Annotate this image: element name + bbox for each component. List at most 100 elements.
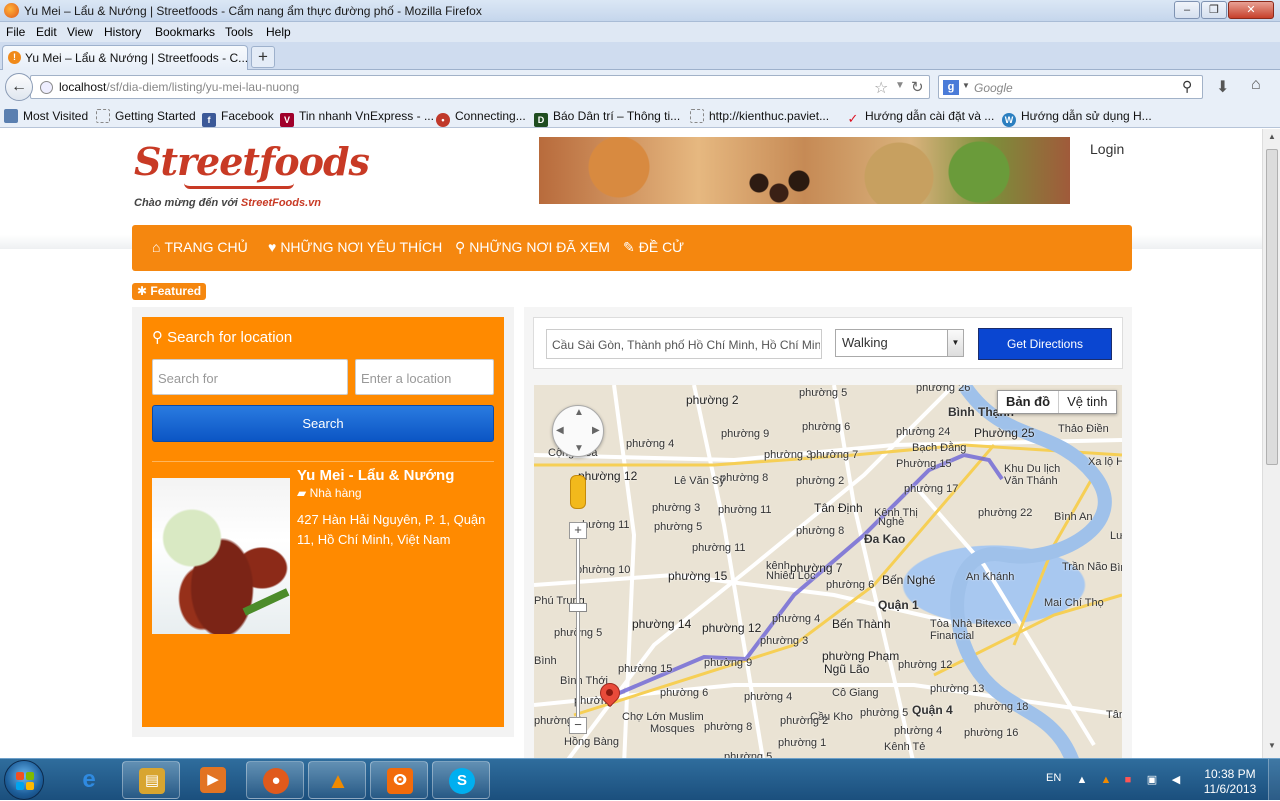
scrollbar-thumb[interactable] <box>1266 149 1278 465</box>
listing-category[interactable]: ▰ Nhà hàng <box>297 486 362 500</box>
pan-down-icon[interactable]: ▼ <box>574 443 584 454</box>
back-button[interactable]: ← <box>5 73 33 101</box>
start-button[interactable] <box>4 760 44 800</box>
bookmark-kienthuc[interactable]: http://kienthuc.paviet... <box>690 109 829 123</box>
xampp-icon: ⵙ <box>387 768 413 794</box>
bookmark-huong-dan-cai-dat[interactable]: ✓ Hướng dẫn cài đặt và ... <box>846 109 995 126</box>
maximize-button[interactable]: ❐ <box>1201 1 1227 19</box>
menu-bookmarks[interactable]: Bookmarks <box>155 25 215 39</box>
menu-edit[interactable]: Edit <box>36 25 57 39</box>
nav-home[interactable]: ⌂ TRANG CHỦ <box>152 239 248 255</box>
taskbar-vlc[interactable]: ▲ <box>308 761 366 799</box>
reload-icon[interactable]: ↻ <box>911 78 924 96</box>
pan-control[interactable]: ▲ ▼ ◀ ▶ <box>552 405 604 457</box>
map-view-button[interactable]: Bản đồ <box>998 391 1060 413</box>
pan-left-icon[interactable]: ◀ <box>556 425 564 436</box>
vlc-tray-icon[interactable]: ▲ <box>1100 774 1112 786</box>
listing-title[interactable]: Yu Mei - Lẩu & Nướng <box>297 467 454 484</box>
location-input[interactable]: Enter a location <box>355 359 494 395</box>
close-button[interactable]: ✕ <box>1228 1 1274 19</box>
listing-thumbnail[interactable] <box>152 478 290 634</box>
windows-logo-green <box>26 772 34 780</box>
pan-up-icon[interactable]: ▲ <box>574 407 584 418</box>
engine-dropdown-icon[interactable]: ▼ <box>962 81 970 90</box>
origin-input[interactable]: Cầu Sài Gòn, Thành phố Hồ Chí Minh, Hồ C… <box>546 329 822 359</box>
web-search-input[interactable]: g ▼ Google ⚲ <box>938 75 1203 99</box>
site-logo[interactable]: Streetfoods Chào mừng đến với StreetFood… <box>134 139 370 209</box>
taskbar-xampp[interactable]: ⵙ <box>370 761 428 799</box>
bookmark-getting-started[interactable]: Getting Started <box>96 109 196 123</box>
bookmark-dantri[interactable]: D Báo Dân trí – Thông ti... <box>534 109 680 127</box>
url-bar[interactable]: localhost/sf/dia-diem/listing/yu-mei-lau… <box>30 75 930 99</box>
bookmark-huong-dan-su-dung[interactable]: W Hướng dẫn sử dụng H... <box>1002 109 1152 127</box>
menu-file[interactable]: File <box>6 25 25 39</box>
listing-address: 427 Hàn Hải Nguyên, P. 1, Quận 11, Hồ Ch… <box>297 512 486 547</box>
bookmark-vnexpress[interactable]: V Tin nhanh VnExpress - ... <box>280 109 434 127</box>
menu-view[interactable]: View <box>67 25 93 39</box>
language-indicator[interactable]: EN <box>1046 772 1061 784</box>
menu-history[interactable]: History <box>104 25 141 39</box>
media-player-icon: ▶ <box>200 767 226 793</box>
scroll-up-icon[interactable]: ▲ <box>1265 132 1279 146</box>
zoom-in-button[interactable]: + <box>569 522 587 539</box>
download-icon[interactable]: ⬇ <box>1216 77 1229 97</box>
folder-icon: ▰ <box>297 486 310 500</box>
login-link[interactable]: Login <box>1090 141 1124 157</box>
search-for-input[interactable]: Search for <box>152 359 348 395</box>
internet-explorer-icon: e <box>82 766 96 793</box>
network-icon[interactable]: ▣ <box>1146 774 1158 786</box>
taskbar-ie[interactable]: e <box>60 761 118 799</box>
taskbar-firefox[interactable]: ● <box>246 761 304 799</box>
window-title-bar: Yu Mei – Lẩu & Nướng | Streetfoods - Cẩm… <box>0 0 1280 22</box>
google-map[interactable]: phường 26 Bình Thạnh Phường 25 Thảo Điền… <box>534 385 1122 758</box>
menu-bar: File Edit View History Bookmarks Tools H… <box>0 22 1280 42</box>
directions-form: Cầu Sài Gòn, Thành phố Hồ Chí Minh, Hồ C… <box>533 317 1123 369</box>
scroll-down-icon[interactable]: ▼ <box>1265 741 1279 755</box>
featured-badge: ✱ Featured <box>132 283 207 300</box>
page-icon <box>4 109 18 123</box>
satellite-view-button[interactable]: Vệ tinh <box>1059 391 1115 413</box>
main-navigation: ⌂ TRANG CHỦ ♥ NHỮNG NƠI YÊU THÍCH ⚲ NHỮNG N… <box>132 225 1132 271</box>
volume-icon[interactable]: ◀ <box>1170 774 1182 786</box>
search-icon[interactable]: ⚲ <box>1182 78 1192 95</box>
zoom-out-button[interactable]: − <box>569 717 587 734</box>
page-scrollbar[interactable]: ▲ ▼ <box>1262 129 1280 758</box>
menu-help[interactable]: Help <box>266 25 291 39</box>
zoom-slider-track[interactable] <box>576 533 580 729</box>
map-column: Cầu Sài Gòn, Thành phố Hồ Chí Minh, Hồ C… <box>524 307 1132 758</box>
site-tagline: Chào mừng đến với StreetFoods.vn <box>134 197 321 209</box>
travel-mode-select[interactable]: Walking ▼ <box>835 329 964 357</box>
google-icon[interactable]: g <box>943 80 959 95</box>
bookmark-connecting[interactable]: • Connecting... <box>436 109 526 127</box>
search-button[interactable]: Search <box>152 405 494 442</box>
taskbar-explorer[interactable]: ▤ <box>122 761 180 799</box>
taskbar-skype[interactable]: S <box>432 761 490 799</box>
taskbar-media-player[interactable]: ▶ <box>184 761 242 799</box>
system-clock[interactable]: 10:38 PM 11/6/2013 <box>1195 767 1265 797</box>
tab-active[interactable]: ! Yu Mei – Lẩu & Nướng | Streetfoods - C… <box>2 45 248 70</box>
left-column: ⚲ Search for location Search for Enter a… <box>132 307 514 737</box>
show-desktop-button[interactable] <box>1268 759 1280 801</box>
pan-right-icon[interactable]: ▶ <box>592 425 600 436</box>
get-directions-button[interactable]: Get Directions <box>978 328 1112 360</box>
nav-favorites[interactable]: ♥ NHỮNG NƠI YÊU THÍCH <box>268 239 442 255</box>
url-history-dropdown-icon[interactable]: ▼ <box>895 80 905 91</box>
clock-date: 11/6/2013 <box>1203 782 1257 796</box>
new-tab-button[interactable]: + <box>251 46 275 68</box>
nav-viewed-places[interactable]: ⚲ NHỮNG NƠI ĐÃ XEM <box>455 239 610 256</box>
minimize-button[interactable]: – <box>1174 1 1200 19</box>
bookmark-star-icon[interactable]: ☆ <box>874 78 888 98</box>
street-view-pegman-icon[interactable] <box>570 475 586 509</box>
bookmark-facebook[interactable]: f Facebook <box>202 109 274 127</box>
dashed-page-icon <box>96 109 110 123</box>
bookmark-most-visited[interactable]: Most Visited <box>4 109 88 123</box>
menu-tools[interactable]: Tools <box>225 25 253 39</box>
windows-logo-yellow <box>26 782 34 790</box>
alert-tray-icon[interactable]: ■ <box>1122 774 1134 786</box>
zoom-slider-thumb[interactable] <box>569 603 587 612</box>
home-icon[interactable]: ⌂ <box>1251 76 1261 94</box>
tray-expand-icon[interactable]: ▲ <box>1076 774 1088 786</box>
firefox-icon <box>4 3 19 18</box>
dantri-icon: D <box>534 113 548 127</box>
nav-recommend[interactable]: ✎ ĐỀ CỬ <box>623 239 684 256</box>
